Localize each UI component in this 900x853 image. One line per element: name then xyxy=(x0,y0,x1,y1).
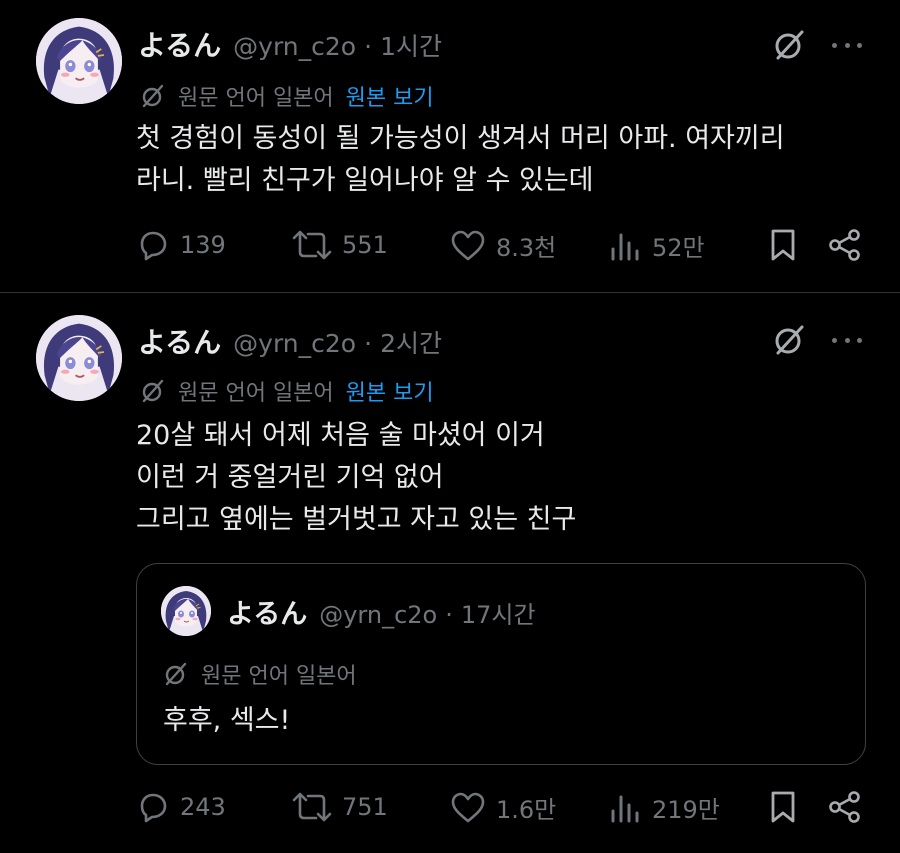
quoted-handle: @yrn_c2o xyxy=(319,601,438,629)
quoted-tweet[interactable]: よるん @yrn_c2o · 17시간 원문 언어 일본어 후후, 섹스! xyxy=(136,563,866,765)
view-count: 219만 xyxy=(652,796,720,824)
action-bar: 139 551 8.3천 52만 xyxy=(0,228,900,268)
avatar[interactable] xyxy=(36,315,122,401)
separator: · xyxy=(364,32,373,61)
avatar[interactable] xyxy=(36,18,122,104)
tweet-1[interactable]: よるん @yrn_c2o · 1시간 원문 언어 일본어 원본 보기 첫 경험이… xyxy=(0,0,900,292)
timestamp[interactable]: 1시간 xyxy=(380,27,442,63)
tweet-text: 첫 경험이 동성이 될 가능성이 생겨서 머리 아파. 여자끼리 라니. 빨리 … xyxy=(136,118,785,202)
tweet-text-line: 라니. 빨리 친구가 일어나야 알 수 있는데 xyxy=(136,165,594,196)
separator: · xyxy=(364,329,373,358)
quoted-text: 후후, 섹스! xyxy=(163,705,291,736)
share-button[interactable] xyxy=(828,790,872,824)
more-icon[interactable] xyxy=(832,40,862,50)
reply-button[interactable]: 243 xyxy=(136,790,226,824)
views-button[interactable]: 52만 xyxy=(608,228,705,263)
quoted-header: よるん @yrn_c2o · 17시간 xyxy=(227,592,536,631)
translation-notice: 원문 언어 일본어 원본 보기 xyxy=(140,375,434,407)
share-button[interactable] xyxy=(828,228,872,262)
retweet-count: 551 xyxy=(342,231,388,259)
retweet-button[interactable]: 551 xyxy=(292,228,388,262)
bookmark-icon xyxy=(771,229,795,261)
tweet-text-line: 첫 경험이 동성이 될 가능성이 생겨서 머리 아파. 여자끼리 xyxy=(136,123,785,154)
separator: · xyxy=(445,601,453,629)
translate-icon xyxy=(140,83,166,109)
reply-icon xyxy=(140,231,167,261)
share-icon xyxy=(829,229,860,261)
like-count: 8.3천 xyxy=(496,234,557,262)
translation-notice: 원문 언어 일본어 원본 보기 xyxy=(140,80,434,112)
grok-icon[interactable] xyxy=(772,28,806,62)
translation-label: 원문 언어 일본어 xyxy=(201,664,357,689)
more-icon[interactable] xyxy=(832,335,862,345)
reply-count: 243 xyxy=(180,793,226,821)
views-icon xyxy=(611,795,639,822)
share-icon xyxy=(829,791,860,823)
like-button[interactable]: 1.6만 xyxy=(450,790,556,825)
show-original-link[interactable]: 원본 보기 xyxy=(346,375,434,407)
translation-label: 원문 언어 일본어 xyxy=(178,381,334,406)
tweet-text-line: 그리고 옆에는 벌거벗고 자고 있는 친구 xyxy=(136,504,577,535)
reply-button[interactable]: 139 xyxy=(136,228,226,262)
retweet-icon xyxy=(292,230,332,260)
quoted-translation-notice: 원문 언어 일본어 xyxy=(163,658,357,690)
tweet-text-line: 20살 돼서 어제 처음 술 마셨어 이거 xyxy=(136,420,545,451)
bookmark-button[interactable] xyxy=(768,790,808,824)
reply-count: 139 xyxy=(180,231,226,259)
like-icon xyxy=(451,792,485,822)
bookmark-button[interactable] xyxy=(768,228,808,262)
quoted-display-name: よるん xyxy=(227,599,308,630)
show-original-link[interactable]: 원본 보기 xyxy=(346,80,434,112)
display-name[interactable]: よるん xyxy=(138,321,221,361)
translate-icon xyxy=(163,661,189,687)
tweet-text-line: 이런 거 중얼거린 기억 없어 xyxy=(136,462,444,493)
view-count: 52만 xyxy=(652,234,705,262)
bookmark-icon xyxy=(771,791,795,823)
views-icon xyxy=(611,233,639,260)
display-name[interactable]: よるん xyxy=(138,24,221,64)
views-button[interactable]: 219만 xyxy=(608,790,720,825)
handle[interactable]: @yrn_c2o xyxy=(233,329,356,358)
retweet-count: 751 xyxy=(342,793,388,821)
tweet-header: よるん @yrn_c2o · 1시간 xyxy=(138,24,442,64)
tweet-header: よるん @yrn_c2o · 2시간 xyxy=(138,321,442,361)
retweet-icon xyxy=(292,792,332,822)
reply-icon xyxy=(140,793,167,823)
action-bar: 243 751 1.6만 219만 xyxy=(0,790,900,830)
grok-icon[interactable] xyxy=(772,323,806,357)
translation-label: 원문 언어 일본어 xyxy=(178,86,334,111)
retweet-button[interactable]: 751 xyxy=(292,790,388,824)
handle[interactable]: @yrn_c2o xyxy=(233,32,356,61)
timestamp[interactable]: 2시간 xyxy=(380,324,442,360)
translate-icon xyxy=(140,378,166,404)
quoted-timestamp: 17시간 xyxy=(460,601,536,629)
like-button[interactable]: 8.3천 xyxy=(450,228,556,263)
tweet-text: 20살 돼서 어제 처음 술 마셨어 이거 이런 거 중얼거린 기억 없어 그리… xyxy=(136,415,576,541)
like-count: 1.6만 xyxy=(496,796,557,824)
like-icon xyxy=(451,230,485,260)
quoted-avatar xyxy=(161,586,211,636)
